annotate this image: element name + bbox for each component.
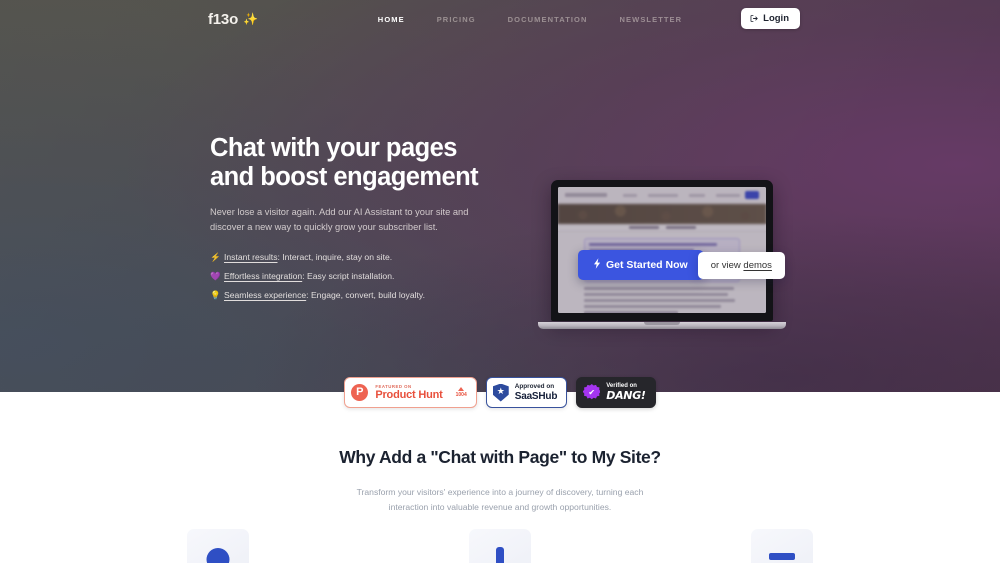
login-button-label: Login — [763, 13, 789, 24]
hero-feature-list: ⚡ Instant results: Interact, inquire, st… — [210, 251, 510, 301]
list-item: 💜 Effortless integration: Easy script in… — [210, 270, 510, 282]
bolt-icon — [594, 258, 601, 272]
hero-section: f13o ✨ HOME PRICING DOCUMENTATION NEWSLE… — [0, 0, 1000, 392]
login-button[interactable]: Login — [741, 8, 800, 29]
bullet-text: Effortless integration: Easy script inst… — [224, 270, 394, 282]
product-hunt-icon: P — [351, 384, 369, 401]
top-navigation-bar: f13o ✨ HOME PRICING DOCUMENTATION NEWSLE… — [0, 0, 1000, 38]
dang-text: Verified on DANG! — [606, 383, 646, 403]
hero-text-column: Chat with your pages and boost engagemen… — [210, 134, 510, 329]
list-item: 💡 Seamless experience: Engage, convert, … — [210, 289, 510, 301]
nav-item-home[interactable]: HOME — [378, 15, 405, 24]
brand-logo[interactable]: f13o ✨ — [208, 11, 258, 28]
shield-icon: ★ — [492, 383, 509, 402]
bullet-detail: : Easy script installation. — [302, 270, 395, 281]
bullet-text: Instant results: Interact, inquire, stay… — [224, 251, 392, 263]
bullet-keyword: Seamless experience — [224, 289, 307, 300]
page-title: Chat with your pages and boost engagemen… — [210, 134, 510, 192]
bullet-keyword: Instant results — [224, 251, 278, 262]
view-demos-link[interactable]: demos — [743, 260, 772, 271]
nav-links: HOME PRICING DOCUMENTATION NEWSLETTER — [378, 15, 682, 24]
sign-in-icon — [750, 14, 759, 23]
purple-heart-icon: 💜 — [210, 270, 221, 281]
hero-media-column: Get Started Now or view demos — [538, 180, 786, 329]
feature-card[interactable] — [722, 525, 842, 563]
product-hunt-vote-count: 1004 — [455, 392, 467, 398]
product-hunt-badge[interactable]: P FEATURED ON Product Hunt 1004 — [344, 377, 477, 408]
dang-name: DANG! — [606, 389, 646, 403]
view-demos-prefix: or view — [710, 259, 744, 271]
bullet-keyword: Effortless integration — [224, 270, 303, 281]
product-hunt-name: Product Hunt — [375, 388, 443, 401]
hero-subtitle: Never lose a visitor again. Add our AI A… — [210, 206, 469, 232]
nav-item-documentation[interactable]: DOCUMENTATION — [508, 15, 588, 24]
get-started-button[interactable]: Get Started Now — [578, 250, 704, 280]
saashub-text: Approved on SaaSHub — [515, 383, 558, 403]
view-demos-button[interactable]: or view demos — [697, 251, 785, 279]
social-proof-badges: P FEATURED ON Product Hunt 1004 ★ Approv… — [0, 377, 1000, 408]
saashub-name: SaaSHub — [514, 390, 558, 402]
section-subtitle: Transform your visitors' experience into… — [356, 487, 644, 512]
feature-vertical-bar-icon — [496, 547, 504, 563]
bullet-detail: : Engage, convert, build loyalty. — [306, 289, 425, 300]
sparkles-icon: ✨ — [243, 12, 258, 26]
feature-horizontal-bar-icon — [769, 553, 795, 560]
brand-name: f13o — [208, 10, 239, 28]
bullet-detail: : Interact, inquire, stay on site. — [277, 251, 393, 262]
feature-card[interactable] — [158, 525, 278, 563]
verified-star-icon: ✔ — [583, 384, 601, 400]
get-started-button-label: Get Started Now — [606, 259, 688, 271]
feature-card[interactable] — [440, 525, 560, 563]
saashub-eyebrow: Approved on — [514, 382, 555, 390]
nav-item-newsletter[interactable]: NEWSLETTER — [620, 15, 683, 24]
product-hunt-votes: 1004 — [456, 387, 467, 398]
why-section: Why Add a "Chat with Page" to My Site? T… — [0, 392, 1000, 563]
product-hunt-text: FEATURED ON Product Hunt — [375, 384, 442, 401]
saashub-badge[interactable]: ★ Approved on SaaSHub — [485, 377, 568, 408]
laptop-base — [538, 322, 786, 329]
bullet-text: Seamless experience: Engage, convert, bu… — [224, 289, 425, 301]
section-title: Why Add a "Chat with Page" to My Site? — [339, 447, 661, 467]
list-item: ⚡ Instant results: Interact, inquire, st… — [210, 251, 510, 263]
hero-title-line-2: and boost engagement — [210, 162, 479, 191]
upvote-triangle-icon — [458, 387, 465, 391]
nav-item-pricing[interactable]: PRICING — [437, 15, 476, 24]
hero-cta-group: Get Started Now or view demos — [578, 250, 785, 280]
light-bulb-icon: 💡 — [210, 289, 221, 300]
lightning-bolt-icon: ⚡ — [210, 251, 221, 262]
hero-content: Chat with your pages and boost engagemen… — [0, 38, 1000, 329]
feature-cards — [0, 525, 1000, 563]
hero-title-line-1: Chat with your pages — [210, 134, 457, 162]
dang-badge[interactable]: ✔ Verified on DANG! — [576, 377, 656, 408]
